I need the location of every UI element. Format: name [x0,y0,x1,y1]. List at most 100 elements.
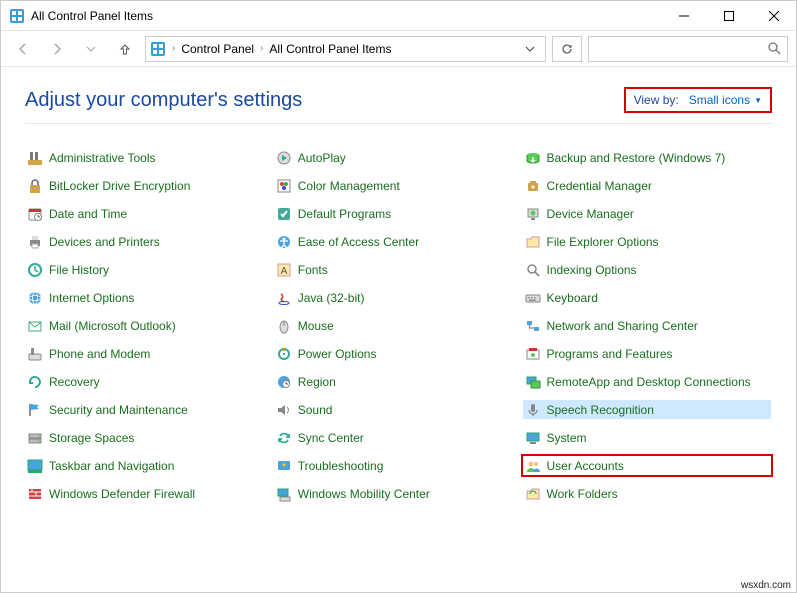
item-label: Indexing Options [547,263,637,277]
control-panel-item[interactable]: Color Management [274,176,523,195]
item-label: Color Management [298,179,400,193]
control-panel-item[interactable]: Security and Maintenance [25,400,274,419]
close-button[interactable] [751,1,796,31]
flag-icon [27,402,43,418]
item-label: AutoPlay [298,151,346,165]
item-label: Default Programs [298,207,391,221]
autoplay-icon [276,150,292,166]
control-panel-item[interactable]: Java (32-bit) [274,288,523,307]
refresh-button[interactable] [552,36,582,62]
control-panel-item[interactable]: Internet Options [25,288,274,307]
navbar: › Control Panel › All Control Panel Item… [1,31,796,67]
control-panel-item[interactable]: Taskbar and Navigation [25,456,274,475]
control-panel-item[interactable]: Devices and Printers [25,232,274,251]
control-panel-item[interactable]: Phone and Modem [25,344,274,363]
control-panel-item[interactable]: Sound [274,400,523,419]
item-label: Keyboard [547,291,598,305]
item-label: Devices and Printers [49,235,160,249]
maximize-button[interactable] [706,1,751,31]
address-dropdown[interactable] [519,44,541,54]
recent-dropdown[interactable] [77,35,105,63]
item-label: Region [298,375,336,389]
firewall-icon [27,486,43,502]
control-panel-item[interactable]: Administrative Tools [25,148,274,167]
control-panel-item[interactable]: Credential Manager [523,176,772,195]
item-label: Power Options [298,347,377,361]
control-panel-item[interactable]: Speech Recognition [523,400,772,419]
control-panel-item[interactable]: Windows Defender Firewall [25,484,274,503]
tools-icon [27,150,43,166]
control-panel-item[interactable]: AutoPlay [274,148,523,167]
control-panel-item[interactable]: File Explorer Options [523,232,772,251]
up-button[interactable] [111,35,139,63]
control-panel-item[interactable]: Programs and Features [523,344,772,363]
control-panel-item[interactable]: Mail (Microsoft Outlook) [25,316,274,335]
caret-down-icon: ▼ [754,96,762,105]
control-panel-item[interactable]: Device Manager [523,204,772,223]
control-panel-item[interactable]: Work Folders [523,484,772,503]
control-panel-item[interactable]: Power Options [274,344,523,363]
view-by-value[interactable]: Small icons ▼ [689,93,762,107]
item-label: Network and Sharing Center [547,319,698,333]
control-panel-item[interactable]: Recovery [25,372,274,391]
control-panel-item[interactable]: Network and Sharing Center [523,316,772,335]
back-button[interactable] [9,35,37,63]
printer-icon [27,234,43,250]
item-label: Phone and Modem [49,347,150,361]
indexing-icon [525,262,541,278]
control-panel-item[interactable]: Indexing Options [523,260,772,279]
control-panel-item[interactable]: Ease of Access Center [274,232,523,251]
item-label: File Explorer Options [547,235,659,249]
breadcrumb-current[interactable]: All Control Panel Items [269,42,391,56]
control-panel-item[interactable]: Windows Mobility Center [274,484,523,503]
control-panel-item[interactable]: Troubleshooting [274,456,523,475]
sound-icon [276,402,292,418]
control-panel-item[interactable]: RemoteApp and Desktop Connections [523,372,772,391]
item-label: Java (32-bit) [298,291,365,305]
item-label: Security and Maintenance [49,403,188,417]
control-panel-item[interactable]: User Accounts [523,456,772,475]
item-label: Backup and Restore (Windows 7) [547,151,726,165]
control-panel-item[interactable]: Sync Center [274,428,523,447]
forward-button[interactable] [43,35,71,63]
power-icon [276,346,292,362]
phone-icon [27,346,43,362]
control-panel-item[interactable]: Keyboard [523,288,772,307]
workfolders-icon [525,486,541,502]
view-by-control[interactable]: View by: Small icons ▼ [624,87,772,113]
item-label: Sound [298,403,333,417]
minimize-button[interactable] [661,1,706,31]
ease-icon [276,234,292,250]
control-panel-item[interactable]: Backup and Restore (Windows 7) [523,148,772,167]
taskbar-icon [27,458,43,474]
fonts-icon: A [276,262,292,278]
item-label: File History [49,263,109,277]
control-panel-item[interactable]: Region [274,372,523,391]
item-label: Credential Manager [547,179,652,193]
programs-icon [525,346,541,362]
control-panel-item[interactable]: Default Programs [274,204,523,223]
control-panel-item[interactable]: Storage Spaces [25,428,274,447]
item-label: RemoteApp and Desktop Connections [547,375,751,389]
control-panel-item[interactable]: BitLocker Drive Encryption [25,176,274,195]
item-label: BitLocker Drive Encryption [49,179,190,193]
mail-icon [27,318,43,334]
control-panel-item[interactable]: System [523,428,772,447]
items-grid: Administrative Tools BitLocker Drive Encr… [25,148,772,503]
item-label: Windows Defender Firewall [49,487,195,501]
breadcrumb-root[interactable]: Control Panel [181,42,254,56]
window-title: All Control Panel Items [31,9,153,23]
control-panel-item[interactable]: AFonts [274,260,523,279]
item-label: Date and Time [49,207,127,221]
mouse-icon [276,318,292,334]
divider [25,123,772,124]
item-label: Sync Center [298,431,364,445]
credential-icon [525,178,541,194]
control-panel-item[interactable]: File History [25,260,274,279]
control-panel-item[interactable]: Date and Time [25,204,274,223]
search-box[interactable] [588,36,788,62]
control-panel-item[interactable]: Mouse [274,316,523,335]
address-bar[interactable]: › Control Panel › All Control Panel Item… [145,36,546,62]
item-label: Recovery [49,375,100,389]
users-icon [525,458,541,474]
